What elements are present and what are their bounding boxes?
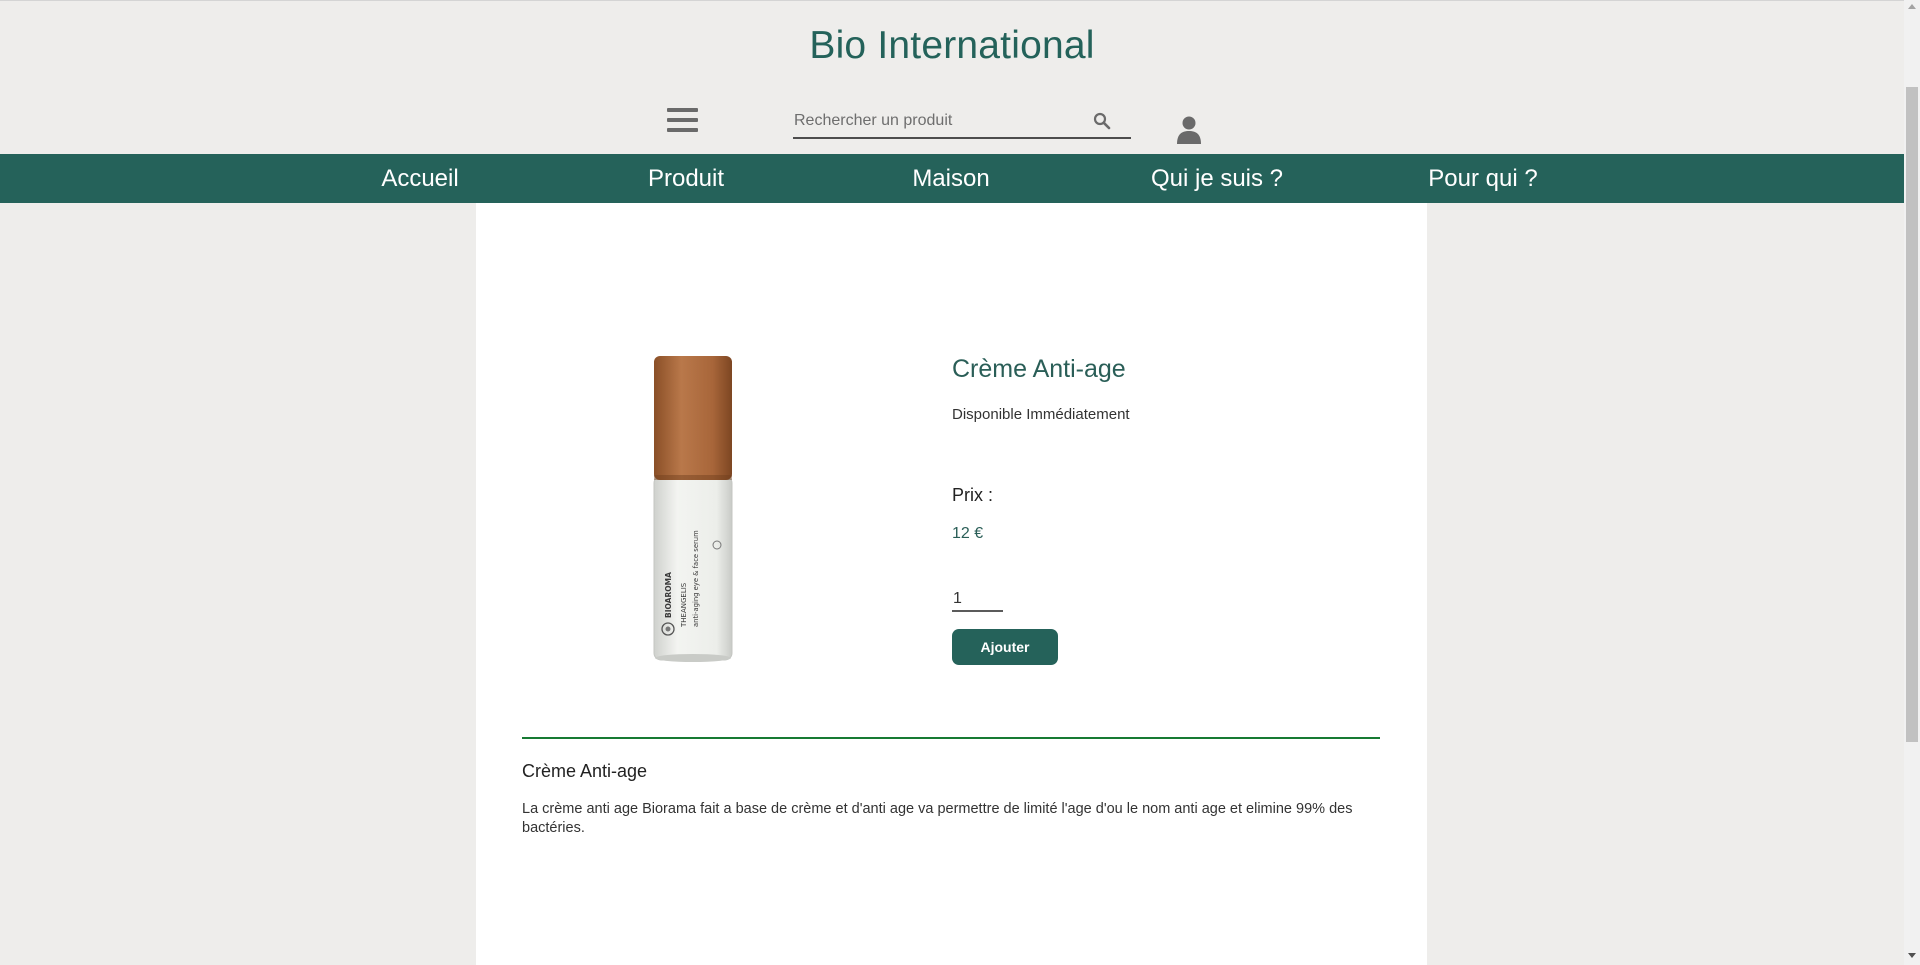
nav-item-maison[interactable]: Maison [912, 154, 989, 203]
description-text: La crème anti age Biorama fait a base de… [522, 801, 1353, 836]
user-icon[interactable] [1176, 116, 1202, 144]
bottle-brand-text: BIOAROMA [664, 572, 673, 618]
vertical-scrollbar[interactable] [1904, 0, 1920, 965]
hamburger-menu-icon[interactable] [667, 108, 698, 136]
scroll-down-arrow-icon[interactable] [1908, 953, 1916, 958]
nav-item-produit[interactable]: Produit [648, 154, 724, 203]
availability-status: Disponible Immédiatement [952, 406, 1130, 423]
scroll-up-arrow-icon[interactable] [1908, 4, 1916, 9]
nav-item-pour-qui[interactable]: Pour qui ? [1428, 154, 1537, 203]
window-top-border [0, 0, 1904, 1]
nav-item-qui-je-suis[interactable]: Qui je suis ? [1151, 154, 1283, 203]
price-label: Prix : [952, 485, 994, 505]
search-input[interactable] [793, 108, 1084, 134]
product-title: Crème Anti-age [952, 355, 1126, 383]
nav-item-accueil[interactable]: Accueil [381, 154, 458, 203]
bottle-product-text: anti-aging eye & face serum [692, 530, 700, 627]
bottle-line-text: THEANGELIS [680, 582, 688, 628]
product-page: BIOAROMA THEANGELIS anti-aging eye & fac… [476, 203, 1427, 965]
quantity-input[interactable] [952, 588, 1003, 612]
main-navigation: Accueil Produit Maison Qui je suis ? Pou… [0, 154, 1904, 203]
add-to-cart-button[interactable]: Ajouter [952, 629, 1058, 665]
site-title[interactable]: Bio International [0, 24, 1904, 68]
search-bar [793, 108, 1131, 139]
scrollbar-thumb[interactable] [1906, 87, 1918, 742]
search-icon[interactable] [1093, 112, 1111, 130]
section-divider [522, 737, 1380, 739]
description-title: Crème Anti-age [522, 761, 648, 781]
price-value: 12 € [952, 525, 984, 542]
product-bottle-image: BIOAROMA THEANGELIS anti-aging eye & fac… [653, 356, 733, 662]
